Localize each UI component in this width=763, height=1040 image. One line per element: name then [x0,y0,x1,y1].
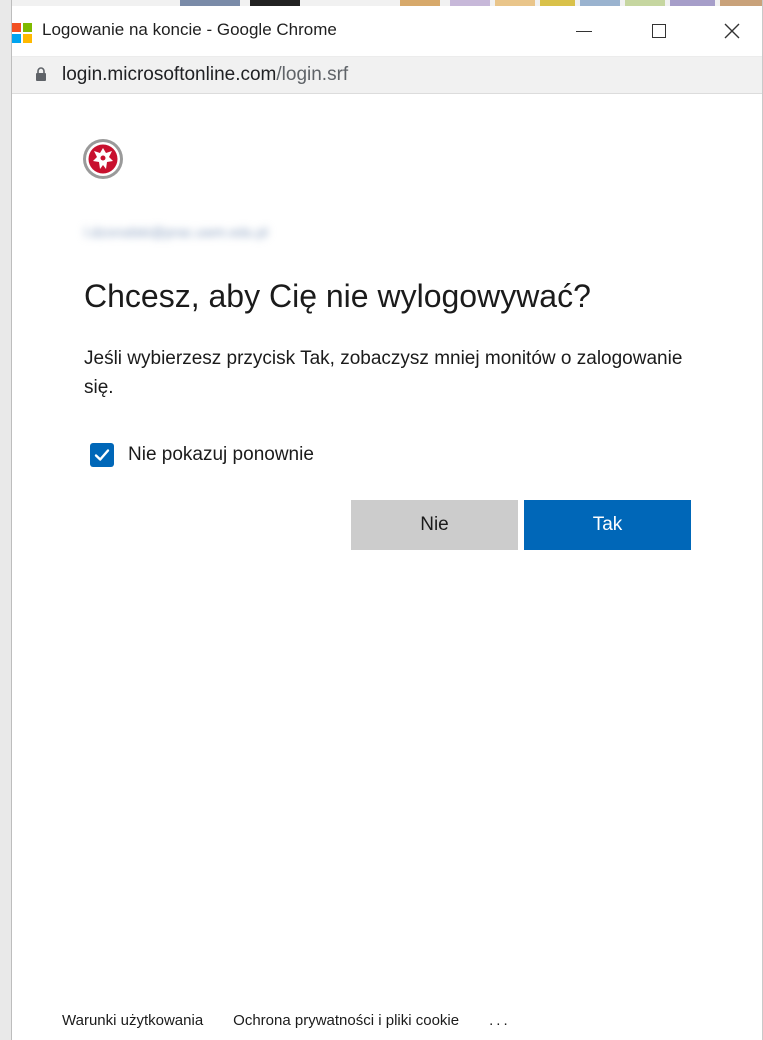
page-title: Chcesz, aby Cię nie wylogowywać? [84,278,591,314]
close-button[interactable] [709,12,755,50]
window-title: Logowanie na koncie - Google Chrome [42,20,337,39]
checkbox-label: Nie pokazuj ponownie [128,444,314,465]
university-seal-icon [83,139,123,179]
close-icon [724,23,740,39]
url-text: login.microsoftonline.com/login.srf [62,64,348,86]
maximize-button[interactable] [636,12,682,50]
dont-show-again-checkbox[interactable] [90,443,114,467]
minimize-button[interactable] [561,12,607,50]
address-bar[interactable]: login.microsoftonline.com/login.srf [0,57,763,94]
no-button[interactable]: Nie [351,500,518,550]
browser-window: Logowanie na koncie - Google Chrome logi… [0,0,763,1040]
lock-icon [36,67,46,81]
minimize-icon [576,30,592,32]
footer-links: Warunki użytkowania Ochrona prywatności … [62,1008,511,1032]
maximize-icon [652,24,666,38]
microsoft-logo-icon [12,23,32,43]
url-path: /login.srf [276,64,349,85]
login-dialog: l.dzorodski@prac.uwm.edu.pl Chcesz, aby … [12,94,762,1040]
description-text: Jeśli wybierzesz przycisk Tak, zobaczysz… [84,348,683,398]
more-options-button[interactable]: ... [489,1012,511,1029]
checkmark-icon [94,449,110,461]
privacy-cookies-link[interactable]: Ochrona prywatności i pliki cookie [233,1012,459,1029]
dont-show-again-option[interactable]: Nie pokazuj ponownie [90,441,314,469]
title-bar: Logowanie na koncie - Google Chrome [0,6,763,57]
account-email: l.dzorodski@prac.uwm.edu.pl [84,224,268,240]
terms-of-use-link[interactable]: Warunki użytkowania [62,1012,203,1029]
yes-button[interactable]: Tak [524,500,691,550]
url-host: login.microsoftonline.com [62,64,277,85]
